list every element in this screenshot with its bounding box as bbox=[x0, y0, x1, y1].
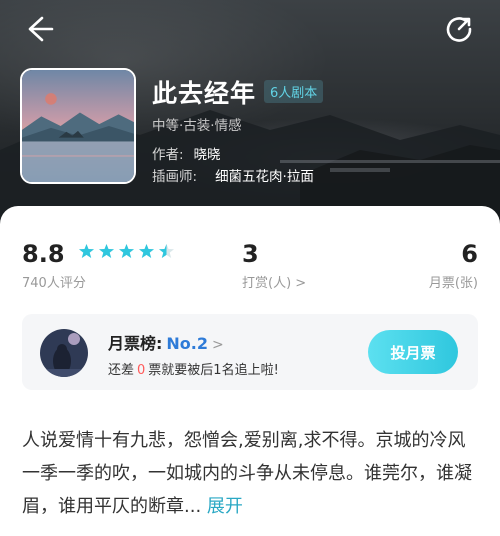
rank-gap-text: 还差 0 票就要被后1名追上啦! bbox=[108, 359, 279, 378]
hero-banner: 此去经年 6人剧本 中等·古装·情感 作者: 晓晓 插画师: 细菌五花肉·拉面 bbox=[0, 0, 500, 232]
author-label: 作者: bbox=[152, 147, 184, 163]
rank-gap-suffix: 票就要被后1名追上啦! bbox=[148, 363, 279, 378]
expand-link[interactable]: 展开 bbox=[207, 496, 243, 517]
rank-title-label: 月票榜: bbox=[108, 334, 163, 353]
star-icon bbox=[158, 244, 174, 258]
monthly-votes-value: 6 bbox=[461, 240, 478, 268]
monthly-rank-panel[interactable]: 月票榜: No.2 > 还差 0 票就要被后1名追上啦! 投月票 bbox=[22, 314, 478, 390]
star-icon bbox=[118, 244, 134, 258]
description-text: 人说爱情十有九悲，怨憎会,爱别离,求不得。京城的冷风一季一季的吹，一如城内的斗争… bbox=[22, 430, 472, 517]
illustrator-name[interactable]: 细菌五花肉·拉面 bbox=[215, 169, 314, 185]
illustrator-row: 插画师: 细菌五花肉·拉面 bbox=[152, 165, 314, 185]
rank-gap-count: 0 bbox=[137, 363, 146, 378]
rating-stat: 8.8 740人评分 bbox=[22, 240, 178, 291]
vote-monthly-button[interactable]: 投月票 bbox=[368, 330, 458, 374]
star-icon bbox=[98, 244, 114, 258]
avatar bbox=[40, 329, 88, 377]
cover-landscape-image bbox=[22, 70, 134, 182]
illustrator-label: 插画师: bbox=[152, 169, 198, 185]
script-description: 人说爱情十有九悲，怨憎会,爱别离,求不得。京城的冷风一季一季的吹，一如城内的斗争… bbox=[22, 424, 482, 523]
back-button[interactable] bbox=[22, 12, 56, 46]
author-row: 作者: 晓晓 bbox=[152, 143, 221, 163]
genre-text: 中等·古装·情感 bbox=[152, 118, 242, 134]
rank-title[interactable]: 月票榜: No.2 > bbox=[108, 330, 224, 354]
monthly-votes-stat: 6 月票(张) bbox=[422, 240, 478, 291]
share-icon bbox=[446, 17, 472, 42]
star-icon bbox=[138, 244, 154, 258]
rank-gap-prefix: 还差 bbox=[108, 363, 135, 378]
script-cover-image[interactable] bbox=[20, 68, 136, 184]
detail-card: 8.8 740人评分 3 打赏(人) > 6 月票(张) 月票榜: No.2 > 还… bbox=[0, 206, 500, 536]
avatar-image bbox=[40, 329, 88, 377]
rewards-label[interactable]: 打赏(人) > bbox=[242, 272, 306, 291]
rewards-stat[interactable]: 3 打赏(人) > bbox=[242, 240, 306, 291]
chevron-right-icon: > bbox=[212, 337, 224, 353]
player-count-tag: 6人剧本 bbox=[264, 80, 324, 103]
back-arrow-icon bbox=[28, 16, 54, 42]
rating-stars bbox=[78, 243, 178, 263]
rank-position: No.2 bbox=[166, 334, 208, 353]
rating-count-label: 740人评分 bbox=[22, 276, 86, 291]
script-title: 此去经年 bbox=[152, 79, 257, 108]
author-name[interactable]: 晓晓 bbox=[194, 147, 221, 163]
monthly-votes-label: 月票(张) bbox=[428, 276, 478, 291]
share-button[interactable] bbox=[442, 12, 476, 46]
star-icon bbox=[78, 244, 94, 258]
rewards-value: 3 bbox=[242, 240, 259, 268]
rating-value: 8.8 bbox=[22, 240, 65, 268]
